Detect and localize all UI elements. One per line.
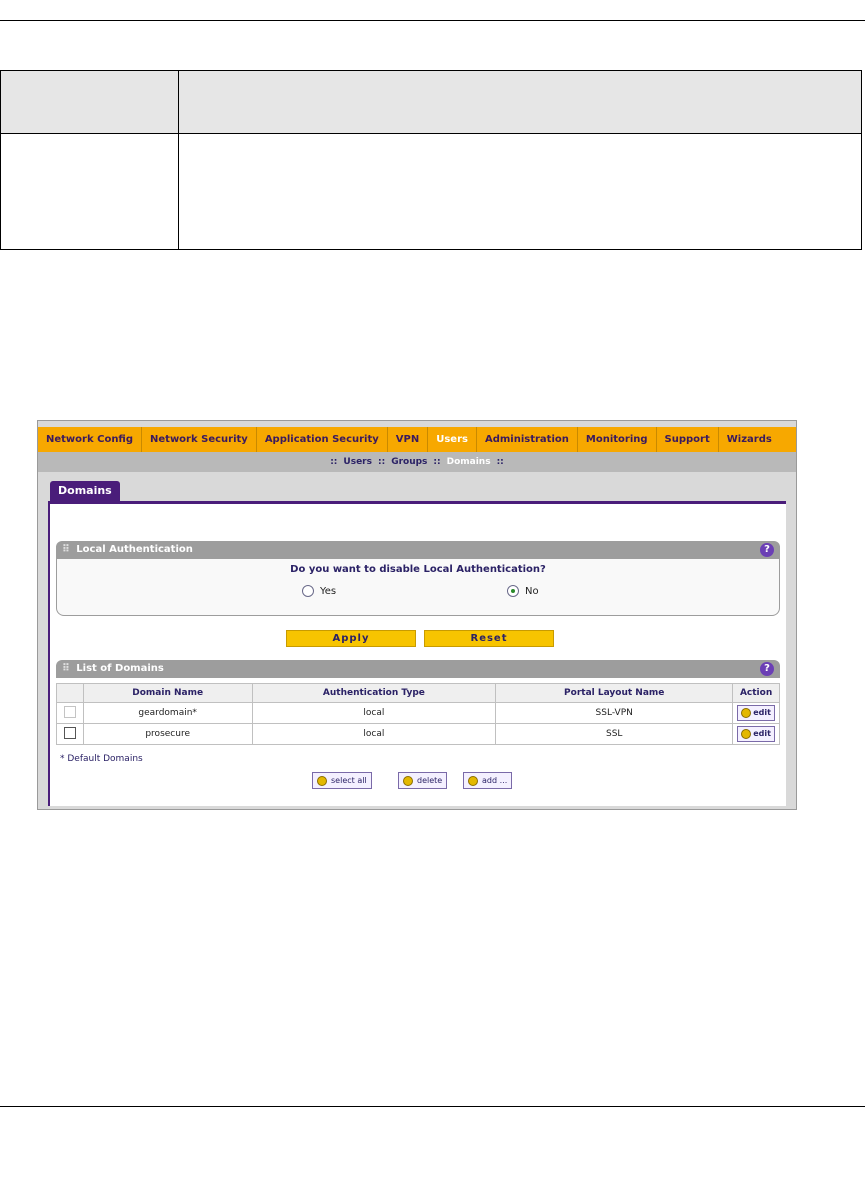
nav-users[interactable]: Users xyxy=(428,427,477,452)
local-auth-box: Do you want to disable Local Authenticat… xyxy=(56,559,780,616)
radio-yes-label: Yes xyxy=(320,585,337,597)
add-button[interactable]: add ... xyxy=(463,772,513,789)
nav-network-security[interactable]: Network Security xyxy=(142,427,257,452)
help-icon[interactable]: ? xyxy=(760,662,774,676)
auth-type-cell: local xyxy=(251,723,497,745)
radio-yes-circle[interactable] xyxy=(302,585,314,597)
radio-no[interactable]: No xyxy=(507,585,539,597)
row-checkbox-cell xyxy=(56,702,84,724)
select-all-label: select all xyxy=(331,776,367,785)
action-cell: edit xyxy=(732,702,780,724)
row-checkbox[interactable] xyxy=(63,726,76,739)
nav-monitoring[interactable]: Monitoring xyxy=(578,427,657,452)
portal-layout-cell: SSL xyxy=(495,723,734,745)
column-authentication-type: Authentication Type xyxy=(251,683,497,703)
subnav-separator: :: xyxy=(330,457,338,467)
doc-table-divider xyxy=(178,71,179,249)
grip-icon: ⠿ xyxy=(62,544,70,555)
domains-header: ⠿ List of Domains ? xyxy=(56,660,780,678)
bottom-rule xyxy=(0,1106,865,1107)
portal-layout-cell: SSL-VPN xyxy=(495,702,734,724)
doc-table-header xyxy=(1,71,861,134)
subnav-separator: :: xyxy=(496,457,504,467)
default-domains-note: * Default Domains xyxy=(60,754,143,764)
grip-icon: ⠿ xyxy=(62,663,70,674)
column-portal-layout-name: Portal Layout Name xyxy=(495,683,734,703)
radio-yes[interactable]: Yes xyxy=(302,585,336,597)
ui-screenshot: Network Config Network Security Applicat… xyxy=(37,420,797,810)
reset-button[interactable]: Reset xyxy=(424,630,554,647)
radio-no-circle[interactable] xyxy=(507,585,519,597)
top-navigation: Network Config Network Security Applicat… xyxy=(38,427,796,452)
tab-domains[interactable]: Domains xyxy=(50,481,120,501)
table-row: geardomain* local SSL-VPN edit xyxy=(56,702,780,724)
delete-label: delete xyxy=(417,776,443,785)
add-label: add ... xyxy=(482,776,508,785)
nav-wizards[interactable]: Wizards xyxy=(719,427,780,452)
checkbox-column-header xyxy=(56,683,84,703)
action-cell: edit xyxy=(732,723,780,745)
auth-type-cell: local xyxy=(251,702,497,724)
delete-button[interactable]: delete xyxy=(398,772,448,789)
help-icon[interactable]: ? xyxy=(760,543,774,557)
nav-vpn[interactable]: VPN xyxy=(388,427,429,452)
row-checkbox-cell xyxy=(56,723,84,745)
sub-navigation: :: Users :: Groups :: Domains :: xyxy=(38,452,796,472)
table-header-row: Domain Name Authentication Type Portal L… xyxy=(56,683,780,703)
local-auth-title: Local Authentication xyxy=(76,544,193,555)
subnav-domains[interactable]: Domains xyxy=(447,457,491,467)
delete-icon xyxy=(403,775,413,786)
row-checkbox xyxy=(63,705,76,718)
doc-table xyxy=(0,70,862,250)
nav-support[interactable]: Support xyxy=(657,427,719,452)
pencil-icon xyxy=(741,728,752,739)
local-auth-question: Do you want to disable Local Authenticat… xyxy=(290,564,546,575)
domains-table: Domain Name Authentication Type Portal L… xyxy=(56,683,780,745)
local-auth-header: ⠿ Local Authentication ? xyxy=(56,541,780,559)
edit-label: edit xyxy=(753,708,771,717)
pencil-icon xyxy=(741,707,752,718)
nav-administration[interactable]: Administration xyxy=(477,427,578,452)
column-domain-name: Domain Name xyxy=(82,683,253,703)
subnav-users[interactable]: Users xyxy=(343,457,372,467)
domain-name-cell: prosecure xyxy=(82,723,253,745)
column-action: Action xyxy=(732,683,780,703)
plus-icon xyxy=(468,775,478,786)
select-all-button[interactable]: select all xyxy=(312,772,372,789)
nav-network-config[interactable]: Network Config xyxy=(38,427,143,452)
subnav-groups[interactable]: Groups xyxy=(391,457,427,467)
top-rule xyxy=(0,20,865,21)
edit-button[interactable]: edit xyxy=(737,726,775,742)
subnav-separator: :: xyxy=(377,457,386,467)
edit-button[interactable]: edit xyxy=(737,705,775,721)
subnav-separator: :: xyxy=(433,457,441,467)
check-icon xyxy=(317,775,327,786)
table-row: prosecure local SSL edit xyxy=(56,723,780,745)
nav-application-security[interactable]: Application Security xyxy=(257,427,388,452)
domain-name-cell: geardomain* xyxy=(82,702,253,724)
edit-label: edit xyxy=(753,729,771,738)
domains-title: List of Domains xyxy=(76,663,164,674)
apply-button[interactable]: Apply xyxy=(286,630,416,647)
content-panel: ⠿ Local Authentication ? Do you want to … xyxy=(48,501,786,806)
radio-no-label: No xyxy=(525,585,539,597)
